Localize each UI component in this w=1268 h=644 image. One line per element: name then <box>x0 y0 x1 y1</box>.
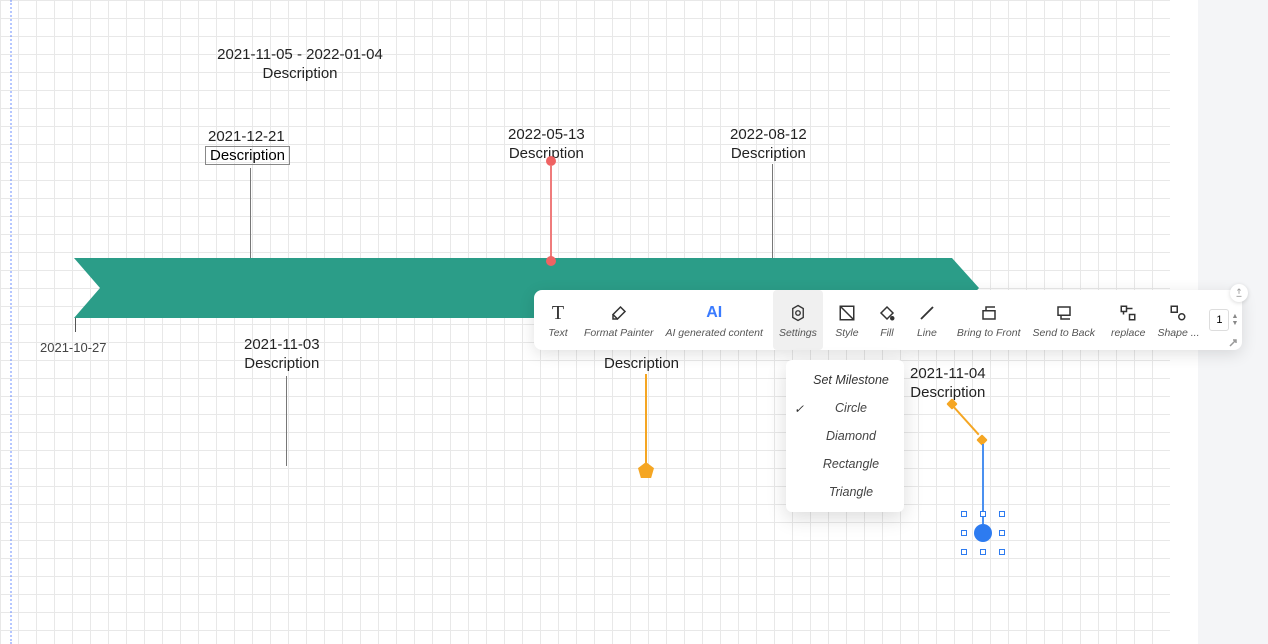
milestone-date: 2021-11-04 <box>910 365 986 382</box>
selection-handles[interactable] <box>961 511 1005 555</box>
milestone-desc: Description <box>244 355 320 374</box>
check-icon: ✓ <box>794 402 804 416</box>
handle-n[interactable] <box>980 511 986 517</box>
dropdown-item-rectangle[interactable]: Rectangle <box>786 450 904 478</box>
handle-s[interactable] <box>980 549 986 555</box>
stepper-buttons[interactable]: ▲▼ <box>1231 313 1238 327</box>
range-desc: Description <box>160 65 440 84</box>
milestone-top-1[interactable]: 2021-12-21 <box>208 128 285 147</box>
handle-sw[interactable] <box>961 549 967 555</box>
dropdown-item-triangle[interactable]: Triangle <box>786 478 904 506</box>
handle-ne[interactable] <box>999 511 1005 517</box>
start-date-label: 2021-10-27 <box>40 340 107 355</box>
shape-label: Shape ... <box>1157 327 1199 339</box>
milestone-desc: Description <box>604 355 679 372</box>
handle-se[interactable] <box>999 549 1005 555</box>
shape-button[interactable]: Shape ... <box>1151 290 1205 350</box>
dropdown-item-label: Circle <box>835 401 867 415</box>
milestone-desc: Description <box>730 145 807 164</box>
handle-w[interactable] <box>961 530 967 536</box>
milestone-date: 2021-12-21 <box>208 128 285 145</box>
milestone-bottom-3[interactable]: 2021-11-04 Description <box>910 365 986 403</box>
dropdown-item-label: Rectangle <box>823 457 879 471</box>
milestone-bottom-2-stem <box>645 374 647 464</box>
send-to-back-button[interactable]: Send to Back <box>1027 290 1101 350</box>
line-icon <box>913 301 941 325</box>
range-date: 2021-11-05 - 2022-01-04 <box>217 46 383 63</box>
red-dot-icon <box>546 156 556 166</box>
gear-icon <box>784 301 812 325</box>
bring-to-front-button[interactable]: Bring to Front <box>951 290 1027 350</box>
replace-button[interactable]: replace <box>1105 290 1151 350</box>
settings-button[interactable]: Settings <box>773 290 823 350</box>
dropdown-item-label: Triangle <box>829 485 873 499</box>
start-tick <box>75 318 76 332</box>
milestone-date: 2022-08-12 <box>730 126 807 143</box>
ai-icon: AI <box>700 301 728 325</box>
milestone-date: 2022-05-13 <box>508 126 585 143</box>
fill-label: Fill <box>880 327 893 339</box>
number-input[interactable] <box>1209 309 1229 331</box>
text-label: Text <box>548 327 567 339</box>
handle-e[interactable] <box>999 530 1005 536</box>
expand-icon[interactable] <box>1228 338 1238 348</box>
replace-label: replace <box>1111 327 1145 339</box>
format-painter-label: Format Painter <box>584 327 653 339</box>
shape-icon <box>1164 301 1192 325</box>
format-painter-button[interactable]: Format Painter <box>578 290 659 350</box>
style-label: Style <box>835 327 858 339</box>
dropdown-item-circle[interactable]: ✓ Circle <box>786 394 904 422</box>
milestone-top-2-stem <box>550 166 552 258</box>
ruler-guide <box>10 0 12 644</box>
range-event-label[interactable]: 2021-11-05 - 2022-01-04 Description <box>160 46 440 84</box>
dropdown-header: Set Milestone <box>786 366 904 394</box>
bring-front-label: Bring to Front <box>957 327 1021 339</box>
milestone-shape-dropdown: Set Milestone ✓ Circle Diamond Rectangle… <box>786 360 904 512</box>
floating-toolbar: T Text Format Painter AI AI generated co… <box>534 290 1242 350</box>
milestone-top-1-stem <box>250 168 251 258</box>
text-button[interactable]: T Text <box>538 290 578 350</box>
pin-icon[interactable] <box>1230 284 1248 302</box>
style-icon <box>833 301 861 325</box>
line-button[interactable]: Line <box>907 290 947 350</box>
send-back-label: Send to Back <box>1033 327 1095 339</box>
milestone-desc: Description <box>910 384 986 403</box>
milestone-top-3[interactable]: 2022-08-12 Description <box>730 126 807 164</box>
milestone-bottom-2[interactable]: Description <box>604 355 679 374</box>
red-dot-end-icon <box>546 256 556 266</box>
line-label: Line <box>917 327 937 339</box>
milestone-top-1-desc-box[interactable]: Description <box>205 146 290 165</box>
fill-button[interactable]: Fill <box>867 290 907 350</box>
settings-label: Settings <box>779 327 817 339</box>
ai-content-button[interactable]: AI AI generated content <box>659 290 769 350</box>
milestone-date: 2021-11-03 <box>244 336 320 353</box>
send-back-icon <box>1050 301 1078 325</box>
fill-icon <box>873 301 901 325</box>
handle-nw[interactable] <box>961 511 967 517</box>
milestone-bottom-1-stem <box>286 376 287 466</box>
dropdown-item-diamond[interactable]: Diamond <box>786 422 904 450</box>
replace-icon <box>1114 301 1142 325</box>
dropdown-item-label: Diamond <box>826 429 876 443</box>
ai-label: AI generated content <box>665 327 763 339</box>
milestone-desc: Description <box>210 147 285 164</box>
bring-front-icon <box>975 301 1003 325</box>
style-button[interactable]: Style <box>827 290 867 350</box>
format-painter-icon <box>605 301 633 325</box>
milestone-top-3-stem <box>772 164 773 258</box>
milestone-bottom-1[interactable]: 2021-11-03 Description <box>244 336 320 374</box>
text-icon: T <box>544 301 572 325</box>
